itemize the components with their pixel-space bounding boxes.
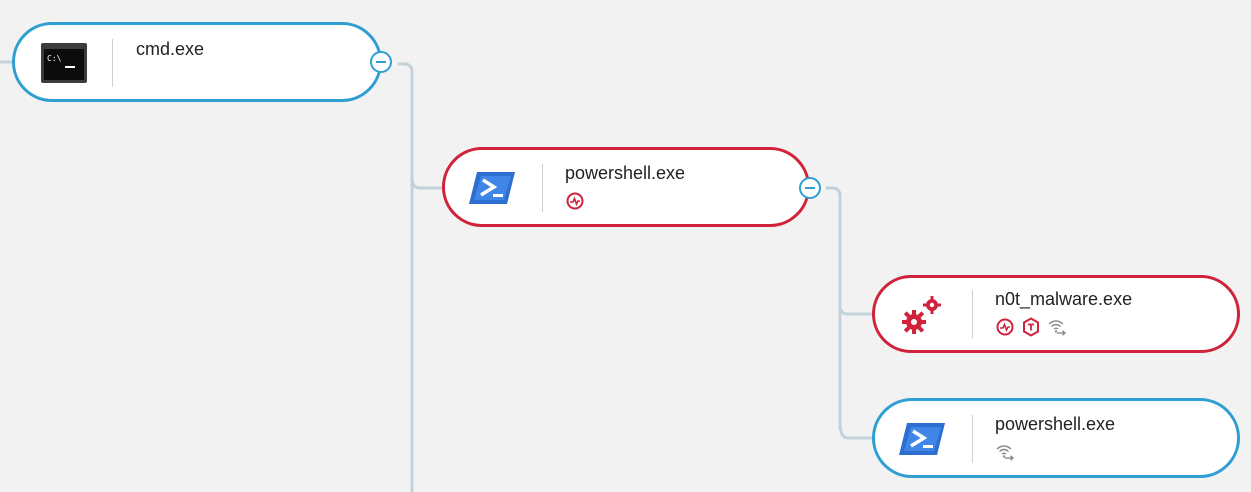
- process-node-powershell-child[interactable]: powershell.exe: [872, 398, 1240, 478]
- process-name: n0t_malware.exe: [995, 289, 1133, 309]
- process-name: cmd.exe: [136, 39, 205, 59]
- connector-powershell-trunk: [826, 186, 842, 430]
- powershell-icon: [469, 168, 515, 208]
- node-divider: [542, 164, 543, 212]
- threat-shield-icon[interactable]: [1021, 317, 1041, 337]
- node-divider: [972, 290, 973, 338]
- connector-cmd-trunk: [398, 62, 414, 492]
- collapse-toggle-powershell[interactable]: [799, 177, 821, 199]
- process-node-cmd[interactable]: C:\ cmd.exe: [12, 22, 382, 102]
- collapse-toggle-cmd[interactable]: [370, 51, 392, 73]
- node-divider: [112, 39, 113, 87]
- activity-alert-icon[interactable]: [565, 191, 585, 211]
- process-tree: C:\ cmd.exe powershell.exe n0t_malware.e…: [0, 0, 1251, 492]
- network-connection-icon[interactable]: [1047, 317, 1067, 337]
- connector-powershell-to-powershell-child: [838, 421, 872, 440]
- process-name: powershell.exe: [565, 163, 686, 183]
- badge-row: [995, 441, 1015, 463]
- node-divider: [972, 415, 973, 463]
- connector-cmd-to-powershell: [410, 177, 444, 190]
- svg-text:C:\: C:\: [47, 54, 62, 63]
- activity-alert-icon[interactable]: [995, 317, 1015, 337]
- badge-row: [995, 316, 1067, 338]
- terminal-icon: C:\: [41, 43, 87, 83]
- badge-row: [565, 190, 585, 212]
- connector-powershell-to-malware: [838, 305, 872, 316]
- network-connection-icon[interactable]: [995, 442, 1015, 462]
- gears-icon: [899, 292, 945, 334]
- process-node-n0t-malware[interactable]: n0t_malware.exe: [872, 275, 1240, 353]
- powershell-icon: [899, 419, 945, 459]
- process-name: powershell.exe: [995, 414, 1116, 434]
- process-node-powershell[interactable]: powershell.exe: [442, 147, 810, 227]
